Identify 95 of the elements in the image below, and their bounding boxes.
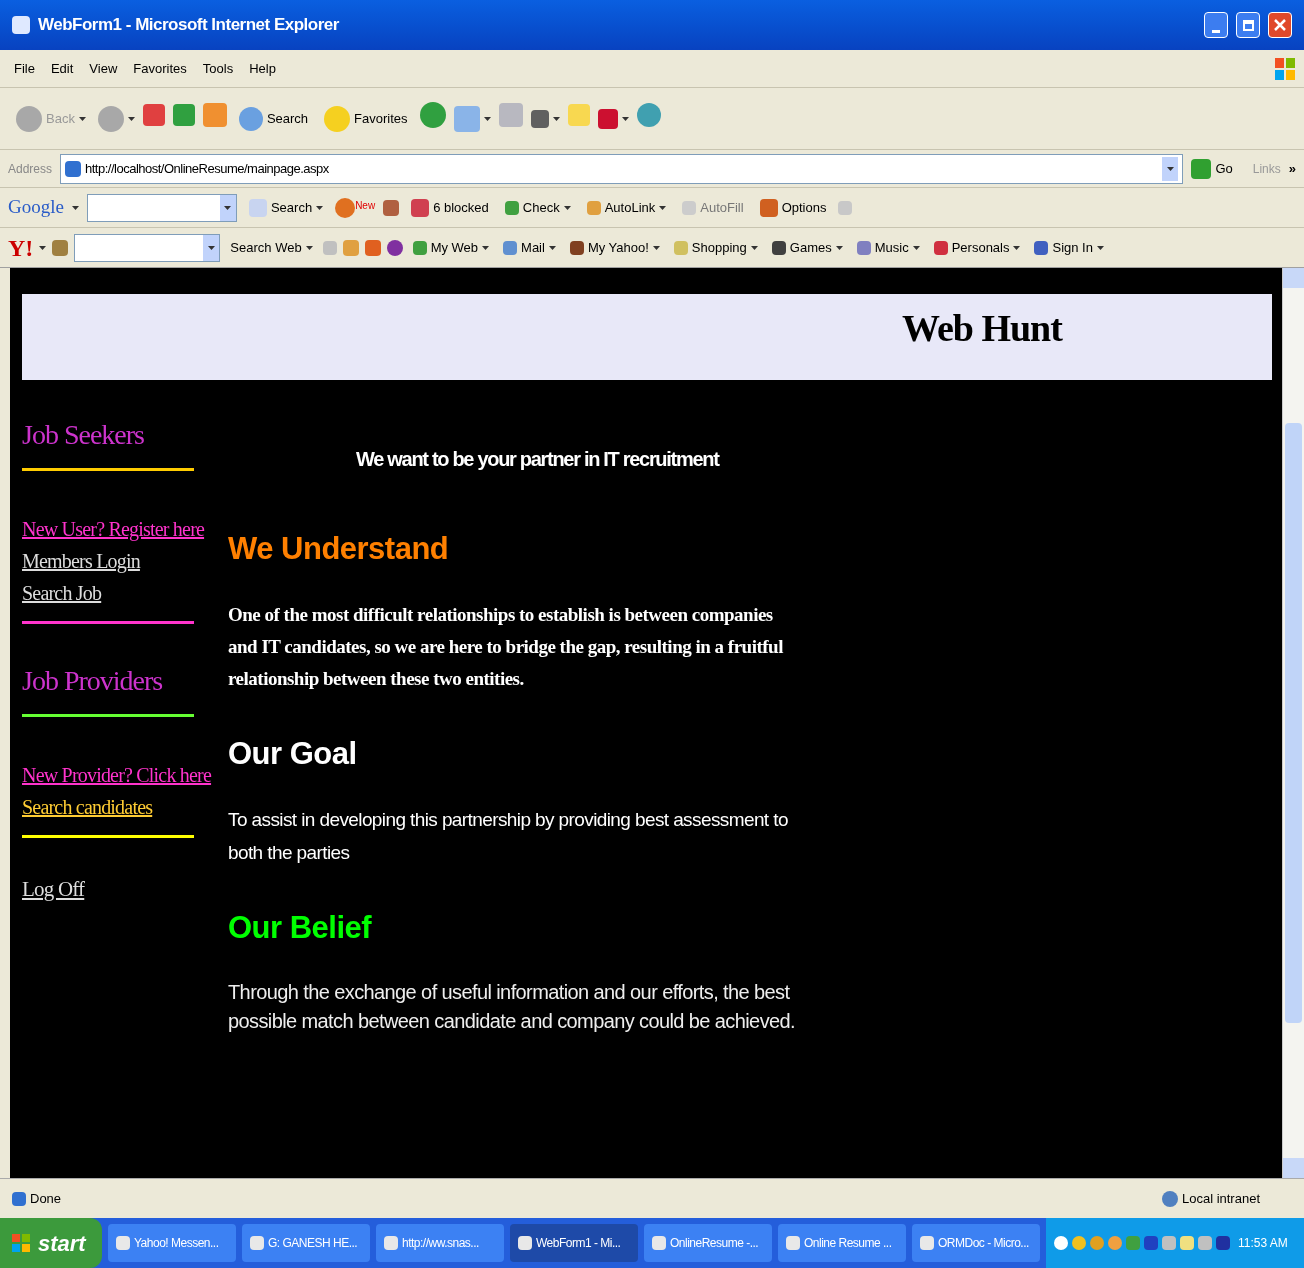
section-text: One of the most difficult relationships to establish is between companies and IT candidates, so we are here to bridge the gap, resulting in a fruitful relationship between these two entities. — [228, 602, 784, 691]
options-button[interactable]: Options — [755, 197, 831, 218]
yahoo-toolbar-button[interactable]: Sign In — [1030, 237, 1108, 258]
sidebar-link[interactable]: Search Job — [22, 577, 102, 609]
menu-item[interactable]: View — [83, 58, 124, 79]
section-heading: Our Belief — [228, 909, 373, 947]
caret-icon — [316, 205, 324, 210]
section-heading: Our Goal — [228, 734, 358, 773]
close-button[interactable] — [1268, 12, 1292, 38]
tagline: We want to be your partner in IT recruitment — [355, 447, 720, 472]
more-chevron[interactable]: » — [1288, 158, 1296, 179]
taskbar-button[interactable]: ORMDoc - Micro... — [912, 1224, 1040, 1262]
calculator-button[interactable] — [530, 109, 560, 128]
yahoo-toolbar-button[interactable]: Personals — [929, 237, 1025, 258]
caret-icon — [835, 245, 843, 250]
caret-icon — [224, 205, 232, 210]
caret-icon — [78, 116, 86, 121]
caret-icon — [305, 245, 313, 250]
scrollbar[interactable] — [1282, 268, 1304, 1178]
menu-item[interactable]: File — [8, 58, 41, 79]
caret-icon — [207, 245, 215, 250]
yahoo-logo[interactable]: Y! — [8, 229, 34, 266]
menu-item[interactable]: Tools — [196, 58, 240, 79]
minimize-icon — [1212, 30, 1220, 33]
caret-icon — [552, 116, 560, 121]
yahoo-toolbar-button[interactable]: Music — [852, 237, 924, 258]
windows-logo-icon — [12, 1234, 30, 1252]
sidebar-heading: Job Seekers — [22, 418, 145, 452]
sidebar-link[interactable]: New Provider? Click here — [22, 759, 212, 791]
search-button[interactable]: Search — [234, 106, 313, 131]
sidebar-heading: Job Providers — [22, 664, 164, 698]
maximize-icon — [1242, 19, 1254, 31]
yahoo-button[interactable] — [597, 108, 629, 129]
caret-icon — [659, 205, 667, 210]
menu-item[interactable]: Edit — [44, 58, 80, 79]
site-title: Web Hunt — [902, 306, 1062, 351]
start-button[interactable]: start — [0, 1218, 102, 1268]
address-field[interactable]: http://localhost/OnlineResume/mainpage.aspx — [60, 153, 1184, 184]
caret-icon — [1096, 245, 1104, 250]
autolink-button[interactable]: AutoLink — [582, 197, 671, 218]
section-text: Through the exchange of useful information and our efforts, the best possible match between candidate and company could be achieved. — [228, 979, 797, 1034]
taskbar-button[interactable]: G: GANESH HE... — [242, 1224, 370, 1262]
caret-icon — [548, 245, 556, 250]
yahoo-toolbar-button[interactable]: Games — [767, 237, 847, 258]
caret-icon — [750, 245, 758, 250]
sidebar-link[interactable]: Members Login — [22, 545, 140, 577]
section-heading: We Understand — [228, 530, 450, 568]
windows-logo-icon — [1274, 56, 1296, 81]
caret-icon — [483, 116, 491, 121]
yahoo-toolbar-button[interactable]: My Yahoo! — [565, 237, 664, 258]
window-title: WebForm1 - Microsoft Internet Explorer — [38, 14, 339, 37]
forward-button[interactable] — [97, 105, 135, 132]
caret-icon — [652, 245, 660, 250]
zone-label: Local intranet — [1181, 1189, 1260, 1208]
sidebar-link[interactable]: Search candidates — [22, 791, 153, 823]
yahoo-toolbar-button[interactable]: Shopping — [669, 237, 762, 258]
taskbar-button[interactable]: WebForm1 - Mi... — [510, 1224, 638, 1262]
caret-icon — [39, 245, 47, 250]
caret-icon — [621, 116, 629, 121]
close-icon — [1274, 19, 1286, 31]
popup-blocker-button[interactable]: 6 blocked — [407, 197, 493, 218]
taskbar-button[interactable]: OnlineResume -... — [644, 1224, 772, 1262]
go-button[interactable]: Go — [1191, 158, 1233, 179]
clock: 11:53 AM — [1238, 1235, 1288, 1252]
spell-check-button[interactable]: Check — [500, 197, 575, 218]
favorites-button[interactable]: Favorites — [320, 105, 412, 132]
logoff-link[interactable]: Log Off — [22, 874, 85, 906]
section-text: To assist in developing this partnership by providing best assessment to both the parties — [228, 808, 789, 865]
google-search-button[interactable]: Search — [244, 197, 328, 218]
caret-icon — [1166, 166, 1174, 171]
autofill-button[interactable]: AutoFill — [678, 197, 748, 218]
caret-icon — [563, 205, 571, 210]
yahoo-search-field[interactable] — [74, 233, 221, 262]
search-web-button[interactable]: Search Web — [226, 237, 317, 258]
minimize-button[interactable] — [1204, 12, 1228, 38]
new-label: New — [355, 198, 376, 213]
taskbar-button[interactable]: Yahoo! Messen... — [108, 1224, 236, 1262]
yahoo-toolbar-button[interactable]: My Web — [408, 237, 494, 258]
address-label: Address — [8, 160, 53, 178]
caret-icon — [912, 245, 920, 250]
yahoo-toolbar-button[interactable]: Mail — [499, 237, 560, 258]
status-text: Done — [30, 1189, 62, 1208]
caret-icon — [71, 205, 79, 210]
maximize-button[interactable] — [1236, 12, 1260, 38]
caret-icon — [482, 245, 490, 250]
sidebar-link[interactable]: New User? Register here — [22, 513, 205, 545]
google-search-field[interactable] — [86, 193, 237, 222]
menu-item[interactable]: Help — [243, 58, 282, 79]
taskbar-button[interactable]: Online Resume ... — [778, 1224, 906, 1262]
google-logo[interactable]: Google — [8, 193, 64, 222]
caret-icon — [1013, 245, 1021, 250]
taskbar-button[interactable]: http://ww.snas... — [376, 1224, 504, 1262]
menu-item[interactable]: Favorites — [127, 58, 193, 79]
mail-button[interactable] — [453, 105, 491, 132]
caret-icon — [127, 116, 135, 121]
